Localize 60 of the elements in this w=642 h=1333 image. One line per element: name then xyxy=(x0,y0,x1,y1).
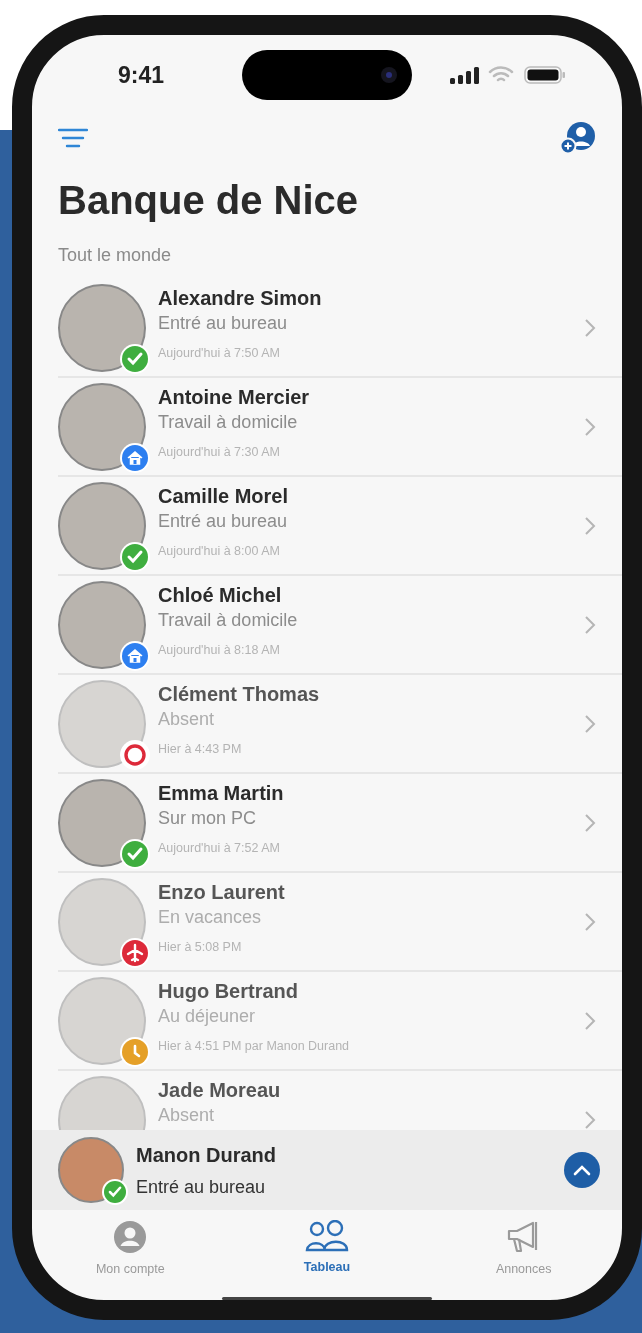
add-person-icon[interactable] xyxy=(560,120,596,155)
chevron-right-icon xyxy=(584,317,596,338)
status-time-note: Aujourd'hui à 7:52 AM xyxy=(158,840,281,856)
chevron-right-icon xyxy=(584,713,596,734)
person-name: Antoine Mercier xyxy=(158,385,311,410)
person-status: Travail à domicile xyxy=(158,411,299,434)
person-name: Jade Moreau xyxy=(158,1078,282,1103)
person-status: Sur mon PC xyxy=(158,807,258,830)
person-row[interactable]: Hugo Bertrand Au déjeuner Hier à 4:51 PM par Manon Durand xyxy=(58,972,622,1071)
status-time-note: Aujourd'hui à 7:30 AM xyxy=(158,444,281,460)
user-status: Entré au bureau xyxy=(136,1175,267,1199)
chevron-up-icon xyxy=(573,1164,591,1176)
person-name: Camille Morel xyxy=(158,484,290,509)
status-time-note: Aujourd'hui à 8:18 AM xyxy=(158,642,281,658)
chevron-right-icon xyxy=(584,416,596,437)
page-title: Banque de Nice xyxy=(58,177,360,224)
person-status: Absent xyxy=(158,1104,216,1127)
chevron-right-icon xyxy=(584,1010,596,1031)
chevron-right-icon xyxy=(584,1109,596,1130)
chevron-right-icon xyxy=(584,911,596,932)
status-time-note: Hier à 4:51 PM par Manon Durand xyxy=(158,1038,351,1054)
battery-icon xyxy=(524,65,566,85)
status-time-note: Hier à 5:08 PM xyxy=(158,939,243,955)
person-row[interactable]: Chloé Michel Travail à domicile Aujourd'hui à 8:18 AM xyxy=(58,576,622,675)
status-time-note: Aujourd'hui à 7:50 AM xyxy=(158,345,281,361)
user-name: Manon Durand xyxy=(136,1142,277,1168)
status-time-note: Aujourd'hui à 8:00 AM xyxy=(158,543,281,559)
person-row[interactable]: Emma Martin Sur mon PC Aujourd'hui à 7:52 AM xyxy=(58,774,622,873)
signal-icon xyxy=(450,66,480,84)
person-status: Entré au bureau xyxy=(158,510,289,533)
person-row[interactable]: Alexandre Simon Entré au bureau Aujourd'hui à 7:50 AM xyxy=(58,279,622,378)
person-row[interactable]: Clément Thomas Absent Hier à 4:43 PM xyxy=(58,675,622,774)
filter-menu-icon[interactable] xyxy=(58,126,88,149)
person-name: Hugo Bertrand xyxy=(158,979,299,1004)
person-name: Chloé Michel xyxy=(158,583,283,608)
person-status: Travail à domicile xyxy=(158,609,299,632)
person-status: En vacances xyxy=(158,906,263,929)
chevron-right-icon xyxy=(584,515,596,536)
tab[interactable]: Tableau xyxy=(228,1220,426,1279)
current-user-panel[interactable]: Manon Durand Entré au bureau xyxy=(32,1130,622,1210)
person-name: Alexandre Simon xyxy=(158,286,323,311)
person-row[interactable]: Antoine Mercier Travail à domicile Aujourd'hui à 7:30 AM xyxy=(58,378,622,477)
chevron-right-icon xyxy=(584,812,596,833)
person-status: Absent xyxy=(158,708,216,731)
person-status: Au déjeuner xyxy=(158,1005,257,1028)
person-status: Entré au bureau xyxy=(158,312,289,335)
status-time-note: Hier à 4:43 PM xyxy=(158,741,243,757)
person-name: Emma Martin xyxy=(158,781,285,806)
person-name: Enzo Laurent xyxy=(158,880,286,905)
status-time: 9:41 xyxy=(118,60,166,90)
person-row[interactable]: Camille Morel Entré au bureau Aujourd'hui à 8:00 AM xyxy=(58,477,622,576)
person-name: Clément Thomas xyxy=(158,682,321,707)
chevron-right-icon xyxy=(584,614,596,635)
wifi-icon xyxy=(488,66,514,84)
section-label: Tout le monde xyxy=(58,244,173,267)
person-icon xyxy=(113,1220,148,1254)
expand-button[interactable] xyxy=(564,1152,600,1188)
people-icon xyxy=(305,1220,349,1252)
person-row[interactable]: Enzo Laurent En vacances Hier à 5:08 PM xyxy=(58,873,622,972)
camera-icon xyxy=(380,66,398,84)
